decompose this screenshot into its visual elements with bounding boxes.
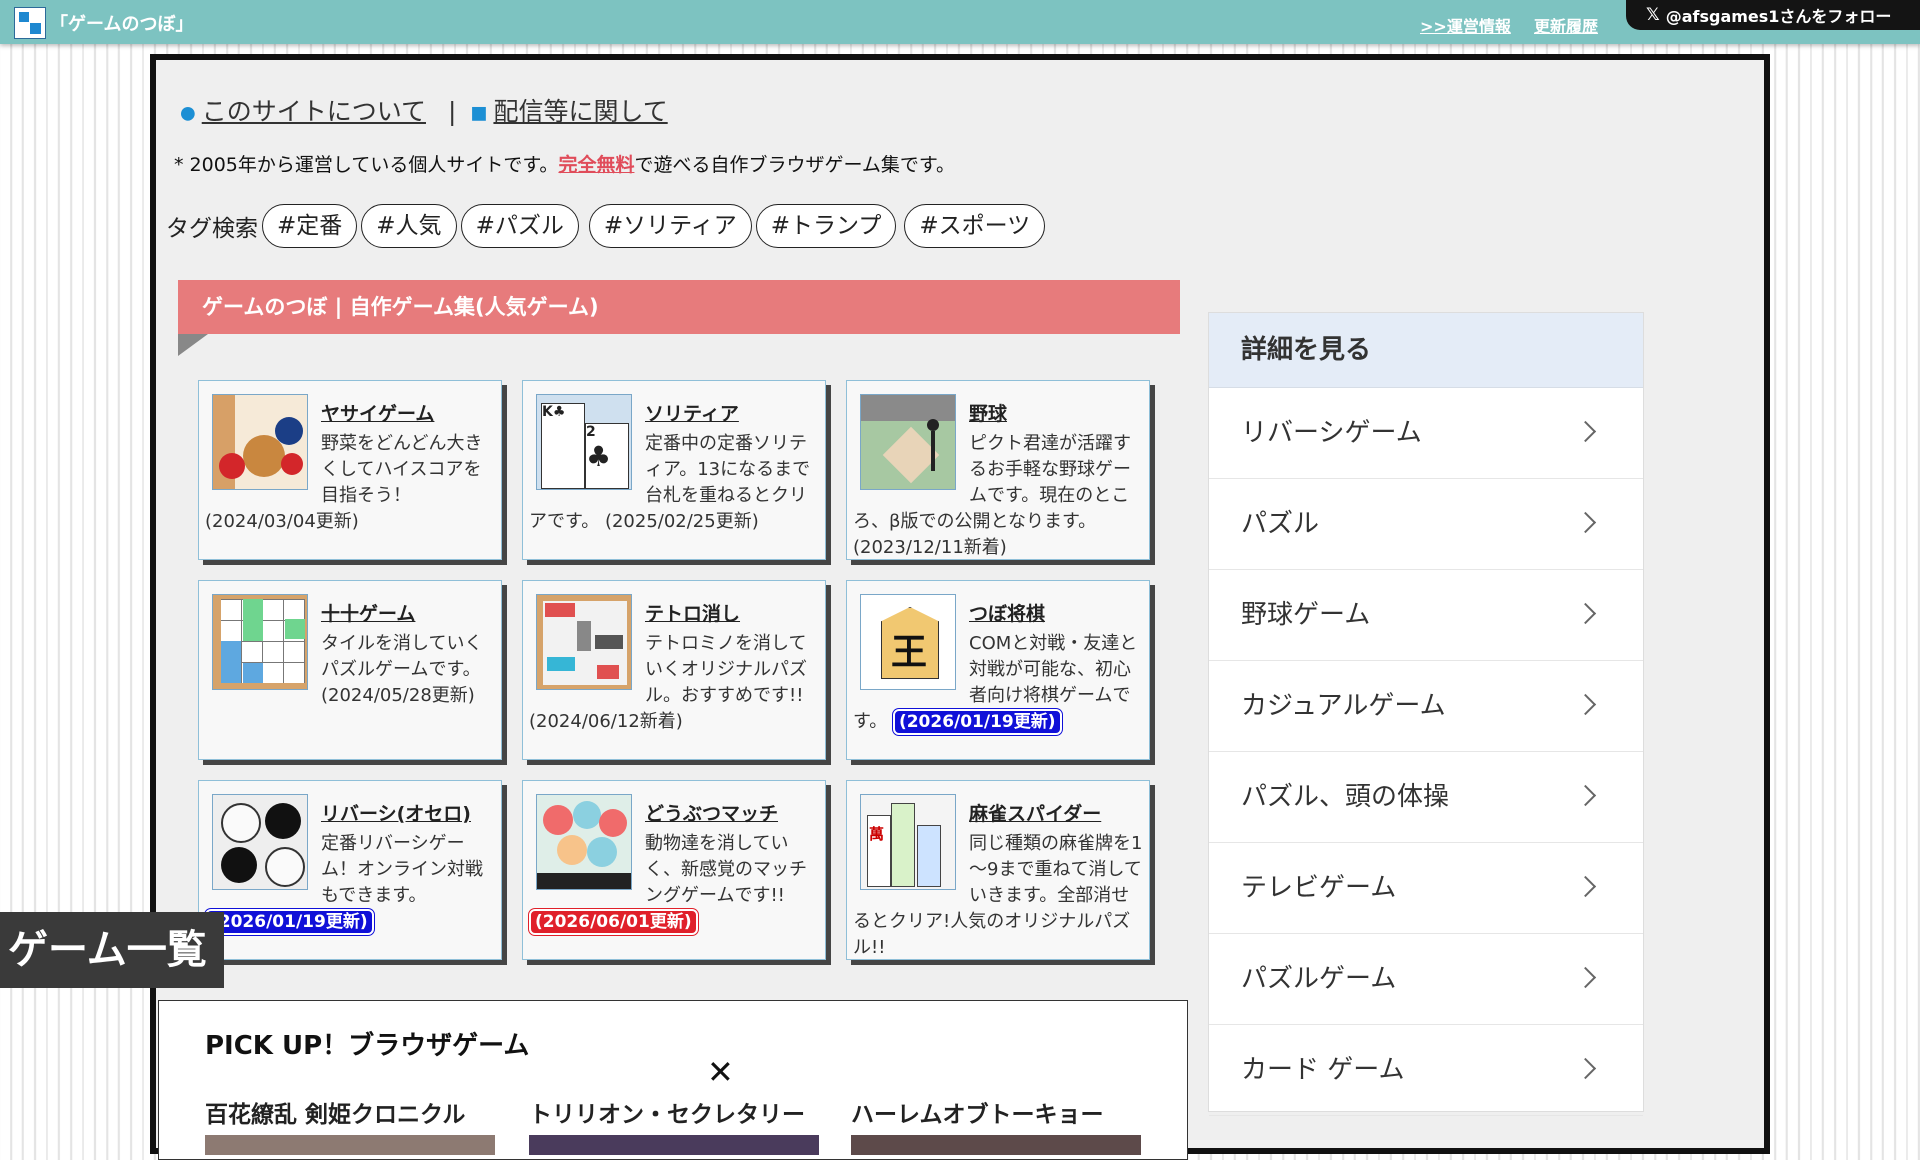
tag-sports[interactable]: #スポーツ [904,204,1046,248]
tag-trump[interactable]: #トランプ [755,204,897,248]
operation-info-link[interactable]: >>運営情報 [1420,13,1511,37]
section-fold [178,334,208,356]
chevron-right-icon [1574,602,1597,625]
intro-before: * 2005年から運営している個人サイトです。 [174,154,559,176]
sidebar-item-brain-puzzle[interactable]: パズル、頭の体操 [1209,752,1643,843]
game-title[interactable]: ヤサイゲーム [321,399,434,426]
game-card-mahjong-spider[interactable]: 萬 麻雀スパイダー 同じ種類の麻雀牌を1～9まで重ねて消していきます。全部消せる… [846,780,1150,960]
intro-text: * 2005年から運営している個人サイトです。完全無料で遊べる自作ブラウザゲーム… [174,150,955,177]
game-card-shogi[interactable]: 王 つぼ将棋 COMと対戦・友達と対戦が可能な、初心者向け将棋ゲームです。 (2… [846,580,1150,760]
top-bar: 「ゲームのつぼ」 >>運営情報 更新履歴 𝕏 @afsgames1さんをフォロー [0,0,1920,44]
close-icon[interactable]: ✕ [707,1053,734,1091]
free-highlight: 完全無料 [558,154,635,176]
pickup-title: PICK UP！ブラウザゲーム [205,1031,530,1061]
sidebar-item-tv-game[interactable]: テレビゲーム [1209,843,1643,934]
sidebar-item-casual[interactable]: カジュアルゲーム [1209,661,1643,752]
game-desc: 動物達を消していく、新感覚のマッチングゲームです!! (2026/06/01更新) [529,831,819,935]
sidebar-item-card-game[interactable]: カード ゲーム [1209,1025,1643,1116]
pickup-banner[interactable] [205,1135,495,1155]
game-title[interactable]: つぼ将棋 [969,599,1045,626]
game-card-animal-match[interactable]: どうぶつマッチ 動物達を消していく、新感覚のマッチングゲームです!! (2026/… [522,780,826,960]
chevron-right-icon [1574,420,1597,443]
game-card-baseball[interactable]: 野球 ピクト君達が活躍するお手軽な野球ゲームです。現在のところ、β版での公開とな… [846,380,1150,560]
pickup-item[interactable]: 百花繚乱 剣姫クロニクル [205,1095,465,1129]
chevron-right-icon [1574,784,1597,807]
sidebar-item-baseball[interactable]: 野球ゲーム [1209,570,1643,661]
sidebar-item-label: カジュアルゲーム [1241,691,1446,721]
game-card-reversi[interactable]: リバーシ(オセロ) 定番リバーシゲーム！オンライン対戦もできます。 (2026/0… [198,780,502,960]
update-badge: (2026/01/19更新) [892,709,1062,735]
chevron-right-icon [1574,875,1597,898]
sidebar-item-label: パズル [1241,509,1320,539]
update-badge: (2026/01/19更新) [205,909,374,935]
pickup-item[interactable]: ハーレムオブトーキョー [851,1095,1104,1129]
intro-after: で遊べる自作ブラウザゲーム集です。 [634,154,955,176]
game-title[interactable]: 麻雀スパイダー [969,799,1101,826]
sidebar-header: 詳細を見る [1209,313,1643,388]
sidebar-item-label: パズル、頭の体操 [1241,782,1450,812]
game-desc: 定番リバーシゲーム！オンライン対戦もできます。 (2026/01/19更新) [205,831,495,935]
game-card-tetoro[interactable]: テトロ消し テトロミノを消していくオリジナルパズル。おすすめです!! (2024/… [522,580,826,760]
follow-label: @afsgames1さんをフォロー [1665,7,1892,26]
tag-popular[interactable]: #人気 [361,204,457,248]
game-desc: COMと対戦・友達と対戦が可能な、初心者向け将棋ゲームです。 (2026/01/… [853,631,1143,735]
streaming-link[interactable]: 配信等に関して [493,97,667,126]
update-history-link[interactable]: 更新履歴 [1534,13,1598,37]
game-desc: タイルを消していくパズルゲームです。 (2024/05/28更新) [321,633,483,706]
game-desc: テトロミノを消していくオリジナルパズル。おすすめです!! (2024/06/12新… [529,633,807,732]
chevron-right-icon [1574,1057,1597,1080]
game-desc: 同じ種類の麻雀牌を1～9まで重ねて消していきます。全部消せるとクリア!人気のオリ… [853,833,1143,958]
tag-search: タグ検索 #定番 #人気 #パズル #ソリティア #トランプ #スポーツ [166,204,1049,248]
pickup-panel: PICK UP！ブラウザゲーム ✕ 百花繚乱 剣姫クロニクル トリリオン・セクレ… [158,1000,1188,1160]
sidebar-item-puzzle[interactable]: パズル [1209,479,1643,570]
bullet-icon: ● [180,102,196,124]
pickup-banner[interactable] [529,1135,819,1155]
square-bullet-icon: ■ [470,102,488,124]
sidebar-item-reversi[interactable]: リバーシゲーム [1209,388,1643,479]
site-name[interactable]: 「ゲームのつぼ」 [50,10,193,36]
sidebar-item-label: リバーシゲーム [1241,418,1422,448]
sidebar-item-label: 野球ゲーム [1241,600,1371,630]
game-card-yasai[interactable]: ヤサイゲーム 野菜をどんどん大きくしてハイスコアを目指そう！ (2024/03/0… [198,380,502,560]
game-list-tab[interactable]: ゲーム一覧 [0,912,224,988]
about-link[interactable]: このサイトについて [202,97,426,126]
sidebar-item-puzzle-game[interactable]: パズルゲーム [1209,934,1643,1025]
x-logo-icon: 𝕏 [1646,5,1660,25]
tag-search-label: タグ検索 [166,216,258,242]
game-title[interactable]: 十十ゲーム [321,599,415,626]
game-title[interactable]: 野球 [969,399,1007,426]
x-follow-button[interactable]: 𝕏 @afsgames1さんをフォロー [1626,0,1920,30]
game-desc: 野菜をどんどん大きくしてハイスコアを目指そう！ (2024/03/04更新) [205,433,483,532]
related-sidebar: 詳細を見る リバーシゲーム パズル 野球ゲーム カジュアルゲーム パズル、頭の体… [1208,312,1644,1116]
tag-solitaire[interactable]: #ソリティア [588,204,752,248]
pickup-banner[interactable] [851,1135,1141,1155]
chevron-right-icon [1574,966,1597,989]
game-title[interactable]: どうぶつマッチ [645,799,778,826]
sidebar-item-label: パズルゲーム [1241,964,1397,994]
game-card-solitaire[interactable]: K♣ 2 ♣ ソリティア 定番中の定番ソリティア。13になるまで台札を重ねるとクリ… [522,380,826,560]
sidebar-item-label: カード ゲーム [1241,1055,1405,1085]
update-badge: (2026/06/01更新) [529,909,698,935]
pickup-item[interactable]: トリリオン・セクレタリー [529,1095,805,1129]
tag-puzzle[interactable]: #パズル [460,204,579,248]
site-logo-icon[interactable] [14,7,46,39]
game-title[interactable]: テトロ消し [645,599,740,626]
info-nav: ● このサイトについて | ■ 配信等に関して [180,92,668,128]
game-title[interactable]: ソリティア [645,399,739,426]
tag-standard[interactable]: #定番 [262,204,358,248]
section-title: ゲームのつぼ | 自作ゲーム集(人気ゲーム) [178,280,1180,334]
sidebar-item-label: テレビゲーム [1241,873,1397,903]
game-desc: 定番中の定番ソリティア。13になるまで台札を重ねるとクリアです。 (2025/0… [529,433,811,532]
game-card-jujugame[interactable]: 十十ゲーム タイルを消していくパズルゲームです。 (2024/05/28更新) [198,580,502,760]
chevron-right-icon [1574,693,1597,716]
nav-separator: | [447,97,457,126]
game-desc: ピクト君達が活躍するお手軽な野球ゲームです。現在のところ、β版での公開となります… [853,433,1131,558]
game-title[interactable]: リバーシ(オセロ) [321,799,471,826]
chevron-right-icon [1574,511,1597,534]
